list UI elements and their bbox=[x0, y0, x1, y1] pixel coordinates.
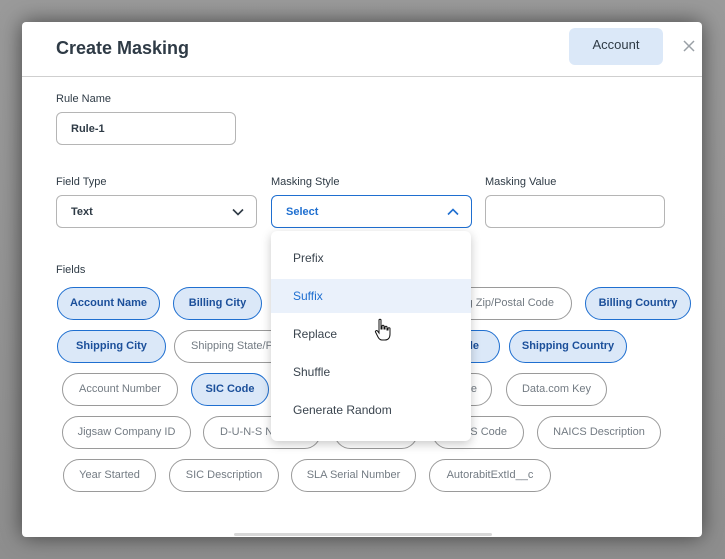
modal-header: Create Masking Account bbox=[22, 22, 702, 77]
chevron-down-icon bbox=[232, 208, 244, 216]
field-chip[interactable]: Shipping City bbox=[57, 330, 166, 363]
field-type-value: Text bbox=[71, 206, 93, 218]
field-chip[interactable]: Billing City bbox=[173, 287, 262, 320]
masking-style-label: Masking Style bbox=[271, 176, 340, 188]
close-icon[interactable] bbox=[682, 39, 696, 53]
masking-value-label: Masking Value bbox=[485, 176, 557, 188]
field-chip[interactable]: Data.com Key bbox=[506, 373, 607, 406]
field-chip[interactable]: SIC Description bbox=[169, 459, 279, 492]
field-chip[interactable]: Account Name bbox=[57, 287, 160, 320]
create-masking-modal: Create Masking Account Rule Name Rule-1 … bbox=[22, 22, 702, 537]
field-type-select[interactable]: Text bbox=[56, 195, 257, 228]
fields-label: Fields bbox=[56, 264, 86, 276]
masking-style-value: Select bbox=[286, 206, 319, 218]
dropdown-option-replace[interactable]: Replace bbox=[271, 317, 471, 351]
field-chip[interactable]: SIC Code bbox=[191, 373, 269, 406]
masking-value-input[interactable] bbox=[485, 195, 665, 228]
masking-style-select[interactable]: Select bbox=[271, 195, 472, 228]
rule-name-label: Rule Name bbox=[56, 93, 112, 105]
dropdown-option-prefix[interactable]: Prefix bbox=[271, 241, 471, 275]
field-chip[interactable]: Jigsaw Company ID bbox=[62, 416, 191, 449]
rule-name-input[interactable]: Rule-1 bbox=[56, 112, 236, 145]
dropdown-option-generate-random[interactable]: Generate Random bbox=[271, 393, 471, 427]
dropdown-option-suffix[interactable]: Suffix bbox=[271, 279, 471, 313]
field-chip[interactable]: NAICS Description bbox=[537, 416, 661, 449]
dropdown-option-shuffle[interactable]: Shuffle bbox=[271, 355, 471, 389]
hand-pointer-icon bbox=[374, 318, 391, 341]
field-type-label: Field Type bbox=[56, 176, 107, 188]
field-chip[interactable]: Shipping Country bbox=[509, 330, 627, 363]
scroll-indicator bbox=[234, 533, 492, 536]
field-chip[interactable]: AutorabitExtId__c bbox=[429, 459, 551, 492]
masking-style-dropdown: Prefix Suffix Replace Shuffle Generate R… bbox=[271, 231, 471, 441]
modal-title: Create Masking bbox=[56, 38, 190, 58]
field-chip[interactable]: Billing Country bbox=[585, 287, 691, 320]
chevron-up-icon bbox=[447, 208, 459, 216]
field-chip[interactable]: SLA Serial Number bbox=[291, 459, 416, 492]
field-chip[interactable]: Year Started bbox=[63, 459, 156, 492]
field-chip[interactable]: Account Number bbox=[62, 373, 178, 406]
rule-name-value: Rule-1 bbox=[71, 123, 105, 135]
account-button[interactable]: Account bbox=[569, 28, 663, 65]
